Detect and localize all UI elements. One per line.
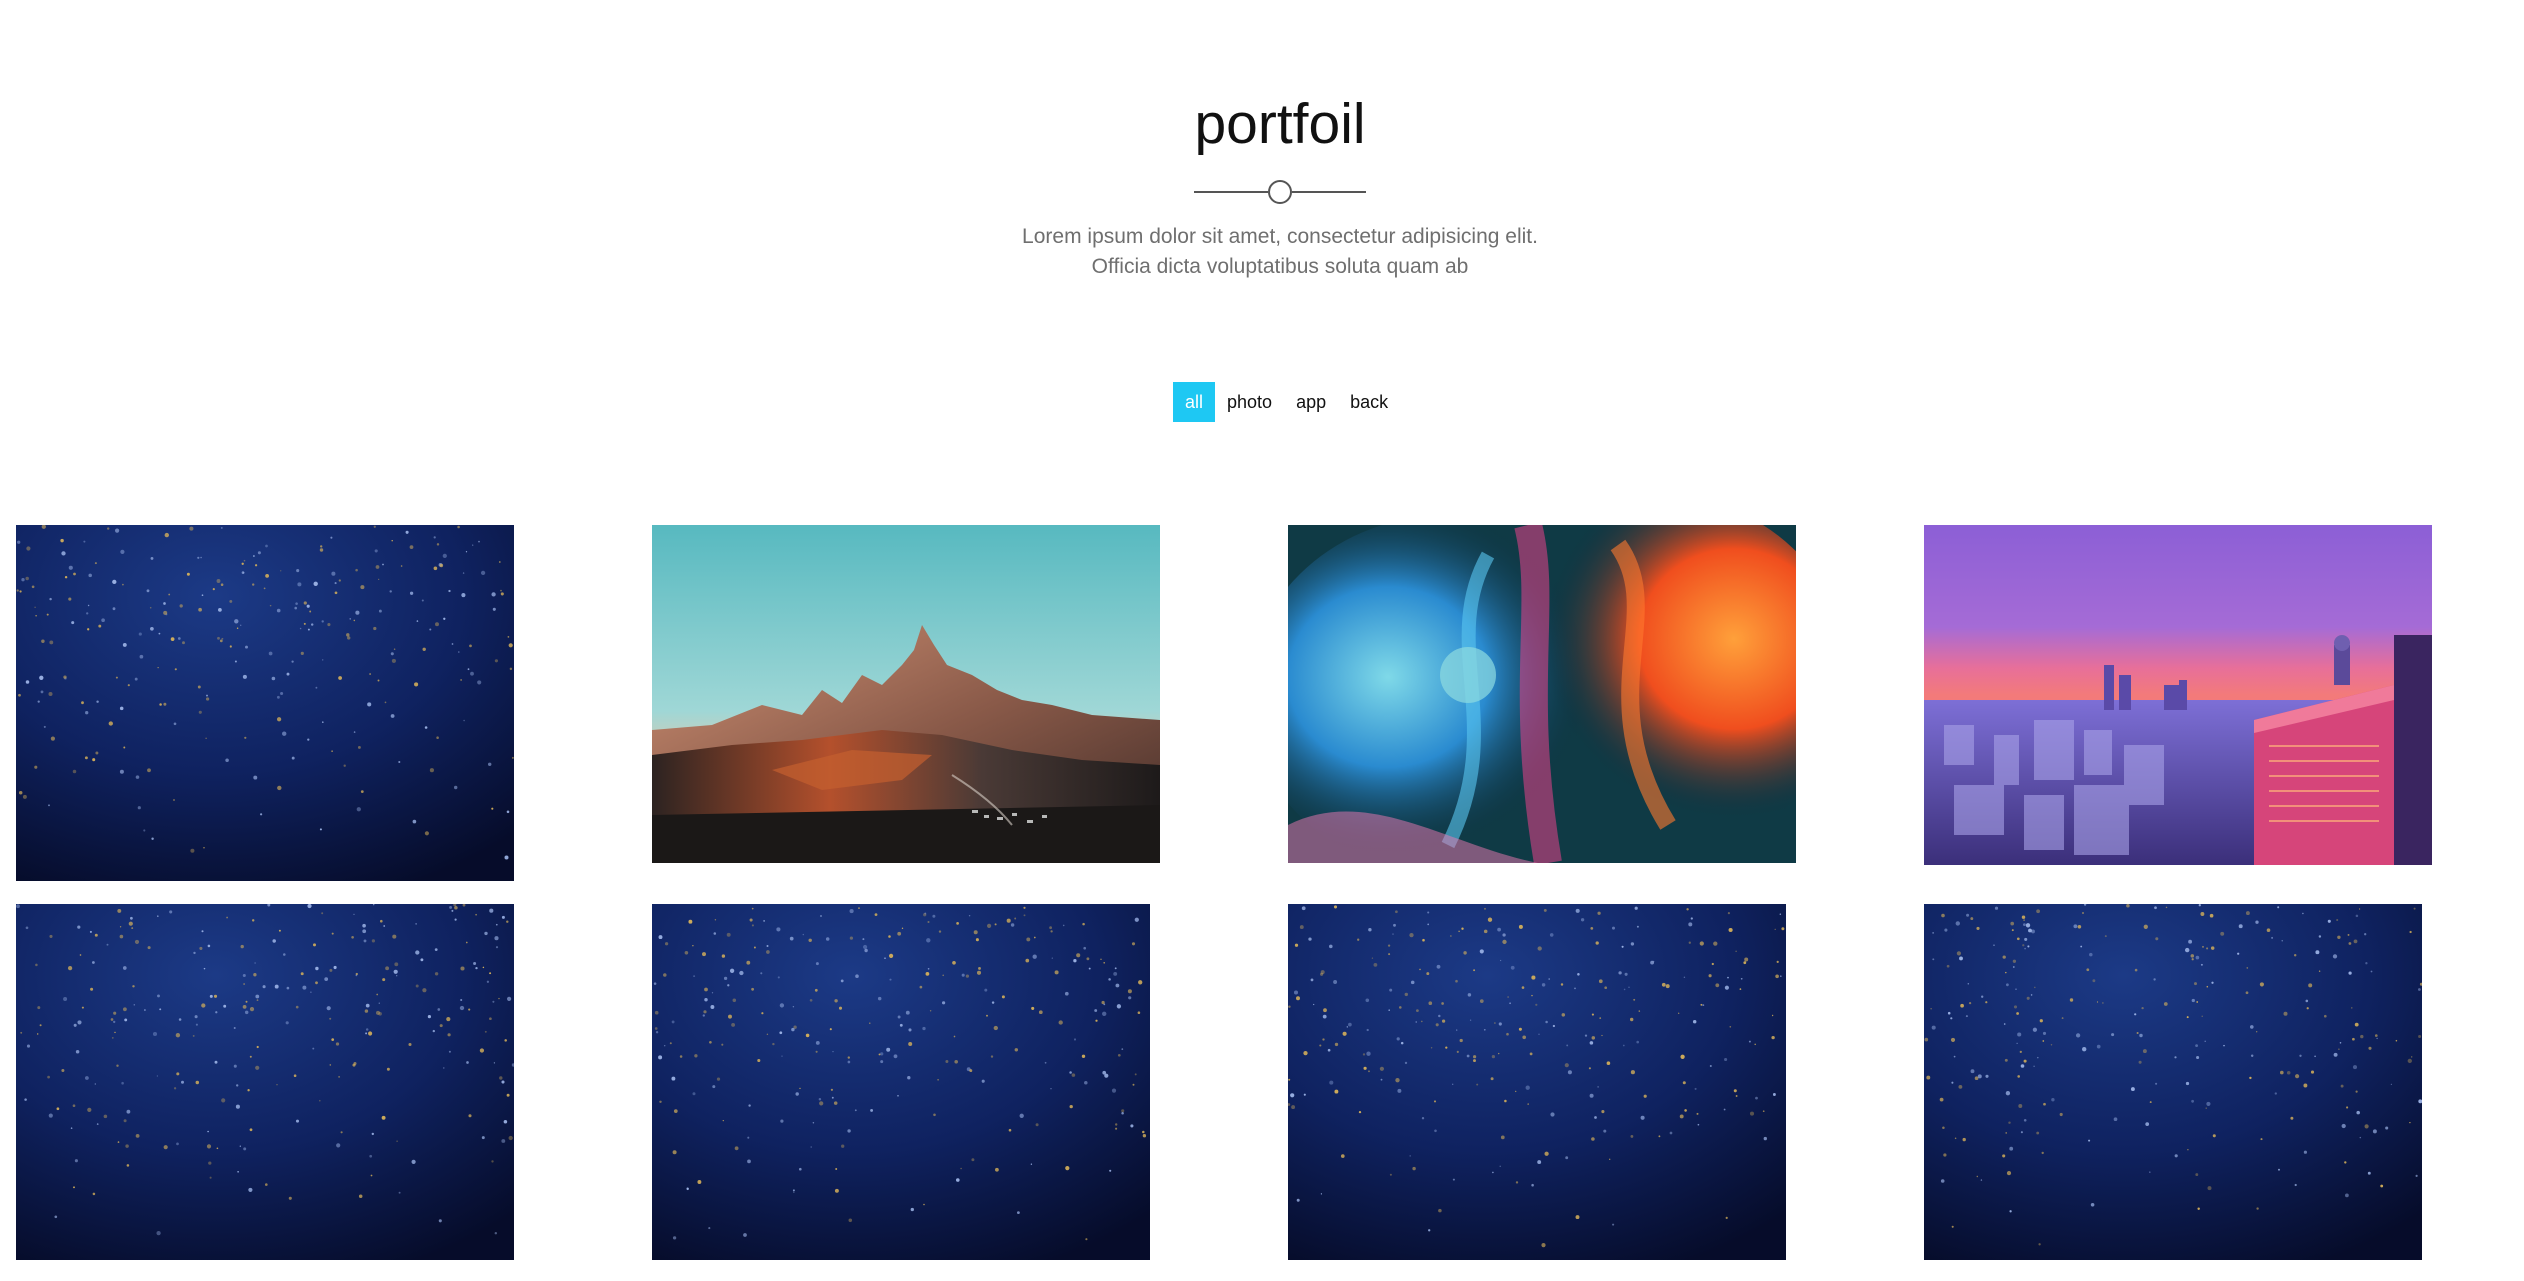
mountain-sunset-image bbox=[652, 525, 1160, 863]
starry-night-image bbox=[16, 525, 514, 881]
subtitle-line-1: Lorem ipsum dolor sit amet, consectetur … bbox=[1022, 225, 1538, 248]
portfolio-item-starry-texture[interactable] bbox=[1924, 904, 2422, 1260]
starry-night-image bbox=[652, 904, 1150, 1260]
portfolio-section: portfoil Lorem ipsum dolor sit amet, con… bbox=[0, 0, 2524, 1281]
portfolio-item-starry-texture[interactable] bbox=[1288, 904, 1786, 1260]
portfolio-item-starry-texture[interactable] bbox=[652, 904, 1150, 1260]
divider-circle-icon bbox=[1268, 180, 1292, 204]
ink-smoke-image bbox=[1288, 525, 1796, 863]
subtitle-line-2: Officia dicta voluptatibus soluta quam a… bbox=[1091, 255, 1469, 278]
filter-app-button[interactable]: app bbox=[1284, 382, 1338, 422]
filter-back-button[interactable]: back bbox=[1338, 382, 1400, 422]
starry-night-image bbox=[1924, 904, 2422, 1260]
divider-line-right bbox=[1292, 191, 1366, 193]
starry-night-image bbox=[1288, 904, 1786, 1260]
portfolio-item-mountain[interactable] bbox=[652, 525, 1160, 863]
title-divider bbox=[1194, 180, 1366, 204]
starry-night-image bbox=[16, 904, 514, 1260]
city-skyline-image bbox=[1924, 525, 2432, 865]
portfolio-item-ink-smoke[interactable] bbox=[1288, 525, 1796, 863]
section-title: portfoil bbox=[1194, 92, 1366, 156]
portfolio-item-starry-texture[interactable] bbox=[16, 904, 514, 1260]
portfolio-item-starry-texture[interactable] bbox=[16, 525, 514, 881]
portfolio-item-city-skyline[interactable] bbox=[1924, 525, 2432, 865]
filter-all-button[interactable]: all bbox=[1173, 382, 1216, 422]
portfolio-filters: all photo app back bbox=[1173, 382, 1400, 422]
filter-photo-button[interactable]: photo bbox=[1215, 382, 1284, 422]
section-subtitle: Lorem ipsum dolor sit amet, consectetur … bbox=[0, 222, 2524, 282]
divider-line-left bbox=[1194, 191, 1268, 193]
